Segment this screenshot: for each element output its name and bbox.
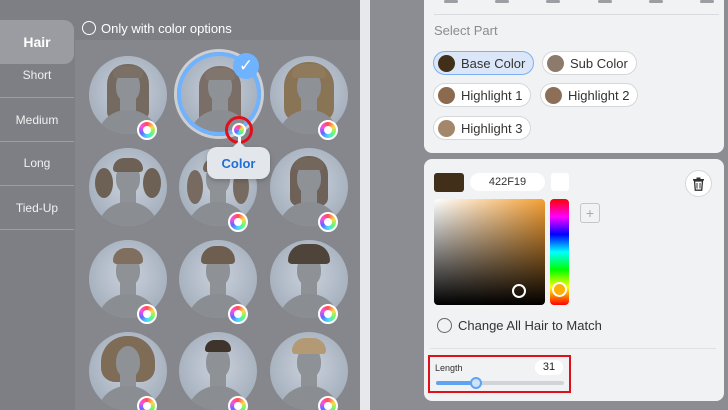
- category-divider: [0, 229, 74, 230]
- add-color-button[interactable]: +: [580, 203, 600, 223]
- color-options-icon[interactable]: [318, 212, 338, 232]
- select-part-card: Select Part Base Color Sub Color Highlig…: [424, 0, 724, 153]
- hairstyle-item-short-spiky[interactable]: [270, 332, 348, 410]
- category-medium[interactable]: Medium: [0, 98, 74, 142]
- plus-icon: +: [585, 205, 595, 221]
- match-all-radio[interactable]: [437, 318, 452, 333]
- hue-slider-handle[interactable]: [552, 282, 567, 297]
- color-pin-icon[interactable]: [232, 123, 246, 137]
- color-edit-panel: Select Part Base Color Sub Color Highlig…: [424, 0, 728, 410]
- part-base-color-button[interactable]: Base Color: [433, 51, 535, 75]
- match-all-option[interactable]: Change All Hair to Match: [437, 318, 602, 333]
- viewport-background: [370, 0, 425, 410]
- part-label: Sub Color: [570, 55, 628, 71]
- selected-check-icon: ✓: [233, 53, 259, 79]
- color-options-icon[interactable]: [318, 120, 338, 140]
- part-label: Highlight 1: [461, 87, 523, 103]
- part-label: Base Color: [461, 55, 526, 71]
- color-options-icon[interactable]: [137, 304, 157, 324]
- color-tooltip[interactable]: Color: [207, 141, 270, 179]
- length-value-field[interactable]: 31: [535, 360, 563, 375]
- highlight-2-swatch: [545, 86, 562, 104]
- hairstyle-item-braid[interactable]: [270, 148, 348, 226]
- saturation-value-picker[interactable]: [434, 199, 545, 305]
- highlight-3-swatch: [438, 119, 455, 137]
- base-color-swatch: [438, 54, 455, 72]
- filter-radio[interactable]: [82, 21, 96, 35]
- part-label: Highlight 3: [461, 120, 523, 136]
- color-options-icon[interactable]: [137, 396, 157, 410]
- category-short[interactable]: Short: [0, 53, 74, 97]
- length-slider[interactable]: [436, 377, 564, 389]
- select-part-label: Select Part: [434, 23, 498, 38]
- filter-label: Only with color options: [101, 20, 232, 36]
- color-options-icon[interactable]: [137, 120, 157, 140]
- hairstyle-item-long-wavy[interactable]: [89, 56, 167, 134]
- highlight-1-swatch: [438, 86, 455, 104]
- hairstyle-item-short-twists[interactable]: [270, 240, 348, 318]
- compare-swatch[interactable]: [551, 173, 569, 191]
- color-options-icon[interactable]: [228, 396, 248, 410]
- color-options-filter[interactable]: Only with color options: [82, 19, 232, 37]
- panel-divider: [360, 0, 370, 410]
- color-options-icon[interactable]: [228, 304, 248, 324]
- hairstyle-item-afro-curl[interactable]: [89, 332, 167, 410]
- color-options-icon[interactable]: [228, 212, 248, 232]
- hex-input[interactable]: 422F19: [470, 173, 545, 191]
- color-options-icon[interactable]: [318, 396, 338, 410]
- part-highlight-2-button[interactable]: Highlight 2: [540, 83, 639, 107]
- hairstyle-item-twin-tails[interactable]: [89, 148, 167, 226]
- color-options-icon[interactable]: [318, 304, 338, 324]
- length-control: Length 31: [428, 355, 571, 393]
- saturation-picker-handle[interactable]: [512, 284, 526, 298]
- match-all-label: Change All Hair to Match: [458, 318, 602, 333]
- scroll-indicator: [444, 0, 714, 6]
- sub-color-swatch: [547, 54, 564, 72]
- hairstyle-item-long-curly[interactable]: [270, 56, 348, 134]
- part-highlight-3-button[interactable]: Highlight 3: [433, 116, 532, 140]
- length-label: Length: [435, 363, 463, 373]
- part-highlight-1-button[interactable]: Highlight 1: [433, 83, 532, 107]
- category-sidebar: Hair Short Medium Long Tied-Up: [0, 20, 74, 410]
- hairstyle-item-short-textured[interactable]: [89, 240, 167, 318]
- current-color-swatch: [434, 173, 464, 192]
- color-picker-card: 422F19 + Change All Hair to Match Length: [424, 159, 724, 401]
- card-divider: [434, 14, 719, 15]
- part-label: Highlight 2: [568, 87, 630, 103]
- card-divider: [430, 348, 716, 349]
- length-slider-handle[interactable]: [469, 377, 482, 389]
- category-long[interactable]: Long: [0, 141, 74, 185]
- category-tied-up[interactable]: Tied-Up: [0, 186, 74, 230]
- hair-style-panel: Only with color options Hair Short Mediu…: [0, 0, 360, 410]
- part-sub-color-button[interactable]: Sub Color: [542, 51, 637, 75]
- trash-icon: [693, 177, 704, 191]
- delete-button[interactable]: [685, 170, 712, 197]
